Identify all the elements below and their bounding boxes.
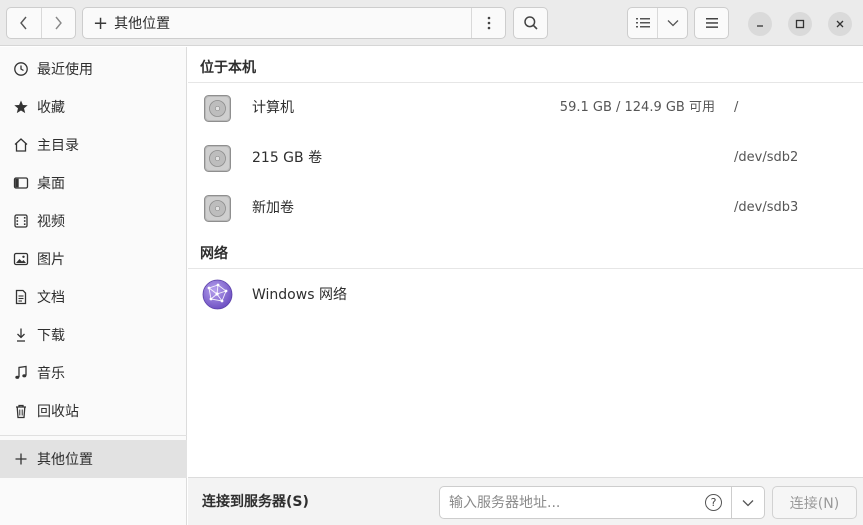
server-address-combo: ?: [439, 486, 765, 519]
drive-icon: [204, 145, 231, 172]
desktop-icon: [12, 174, 30, 192]
star-icon: [12, 98, 30, 116]
volume-row-sdb3[interactable]: 新加卷 /dev/sdb3: [188, 183, 863, 233]
section-divider: [188, 268, 863, 269]
sidebar-item-label: 收藏: [37, 100, 65, 116]
network-name: Windows 网络: [252, 287, 347, 303]
chevron-down-icon: [742, 499, 754, 506]
download-icon: [12, 326, 30, 344]
navigation-buttons: [6, 7, 76, 39]
volume-mount-path: /dev/sdb3: [734, 200, 799, 215]
location-crumb[interactable]: + 其他位置: [83, 8, 471, 38]
video-icon: [12, 212, 30, 230]
plus-icon: [12, 450, 30, 468]
location-label: 其他位置: [114, 16, 171, 32]
trash-icon: [12, 402, 30, 420]
sidebar-item-starred[interactable]: 收藏: [0, 88, 187, 126]
help-icon[interactable]: ?: [705, 494, 722, 511]
document-icon: [12, 288, 30, 306]
list-view-button[interactable]: [628, 8, 657, 38]
sidebar-item-trash[interactable]: 回收站: [0, 392, 187, 430]
close-icon: [836, 20, 844, 28]
minimize-button[interactable]: [748, 12, 772, 36]
network-row-windows[interactable]: Windows 网络: [188, 270, 863, 320]
sidebar-item-label: 主目录: [37, 138, 79, 154]
view-options-button[interactable]: [657, 8, 687, 38]
sidebar-item-label: 下载: [37, 328, 65, 344]
network-globe-icon: [202, 279, 233, 310]
chevron-left-icon: [19, 16, 27, 30]
connect-button[interactable]: 连接(N): [772, 486, 857, 519]
sidebar-item-music[interactable]: 音乐: [0, 354, 187, 392]
section-heading-network: 网络: [200, 246, 228, 262]
maximize-icon: [795, 19, 805, 29]
maximize-button[interactable]: [788, 12, 812, 36]
sidebar-item-label: 其他位置: [37, 452, 93, 468]
volume-name: 计算机: [252, 100, 294, 116]
back-button[interactable]: [7, 8, 41, 38]
connect-to-server-label: 连接到服务器(S): [202, 494, 309, 510]
chevron-down-icon: [667, 20, 678, 27]
header-bar: + 其他位置: [0, 0, 863, 46]
volume-mount-path: /dev/sdb2: [734, 150, 799, 165]
sidebar-item-label: 最近使用: [37, 62, 93, 78]
minimize-icon: [757, 25, 763, 27]
sidebar: 最近使用 收藏 主目录 桌面 视频 图片 文档 下载 音乐 回收站 其他位置: [0, 47, 187, 525]
location-menu-button[interactable]: [471, 8, 505, 38]
volume-usage: 59.1 GB / 124.9 GB 可用: [559, 100, 715, 115]
sidebar-item-label: 桌面: [37, 176, 65, 192]
volume-mount-path: /: [734, 100, 739, 115]
volume-name: 新加卷: [252, 200, 294, 216]
sidebar-item-label: 回收站: [37, 404, 79, 420]
view-toggle: [627, 7, 688, 39]
sidebar-item-label: 文档: [37, 290, 65, 306]
sidebar-item-label: 图片: [37, 252, 65, 268]
volume-row-computer[interactable]: 计算机 59.1 GB / 124.9 GB 可用 /: [188, 83, 863, 133]
other-locations-view: 位于本机 计算机 59.1 GB / 124.9 GB 可用 / 215 GB …: [188, 47, 863, 477]
close-button[interactable]: [828, 12, 852, 36]
sidebar-item-home[interactable]: 主目录: [0, 126, 187, 164]
vertical-dots-icon: [487, 16, 490, 30]
sidebar-item-label: 音乐: [37, 366, 65, 382]
server-history-dropdown[interactable]: [731, 487, 764, 518]
home-icon: [12, 136, 30, 154]
sidebar-item-recent[interactable]: 最近使用: [0, 50, 187, 88]
drive-icon: [204, 195, 231, 222]
sidebar-item-pictures[interactable]: 图片: [0, 240, 187, 278]
picture-icon: [12, 250, 30, 268]
section-heading-on-this-computer: 位于本机: [200, 60, 256, 76]
sidebar-item-downloads[interactable]: 下载: [0, 316, 187, 354]
search-icon: [523, 16, 538, 30]
list-view-icon: [635, 18, 650, 28]
plus-icon: +: [93, 12, 109, 34]
sidebar-divider: [0, 435, 187, 436]
hamburger-menu-icon: [705, 18, 718, 28]
volume-name: 215 GB 卷: [252, 150, 323, 166]
forward-button[interactable]: [40, 8, 76, 38]
clock-icon: [12, 60, 30, 78]
connect-to-server-bar: 连接到服务器(S) ? 连接(N): [188, 477, 863, 525]
sidebar-item-other-locations[interactable]: 其他位置: [0, 440, 187, 478]
location-bar[interactable]: + 其他位置: [82, 7, 506, 39]
sidebar-item-desktop[interactable]: 桌面: [0, 164, 187, 202]
sidebar-item-label: 视频: [37, 214, 65, 230]
main-menu-button[interactable]: [694, 7, 729, 39]
server-address-input[interactable]: [440, 487, 700, 518]
search-button[interactable]: [513, 7, 548, 39]
sidebar-item-videos[interactable]: 视频: [0, 202, 187, 240]
sidebar-item-documents[interactable]: 文档: [0, 278, 187, 316]
music-icon: [12, 364, 30, 382]
chevron-right-icon: [55, 16, 63, 30]
drive-icon: [204, 95, 231, 122]
volume-row-sdb2[interactable]: 215 GB 卷 /dev/sdb2: [188, 133, 863, 183]
